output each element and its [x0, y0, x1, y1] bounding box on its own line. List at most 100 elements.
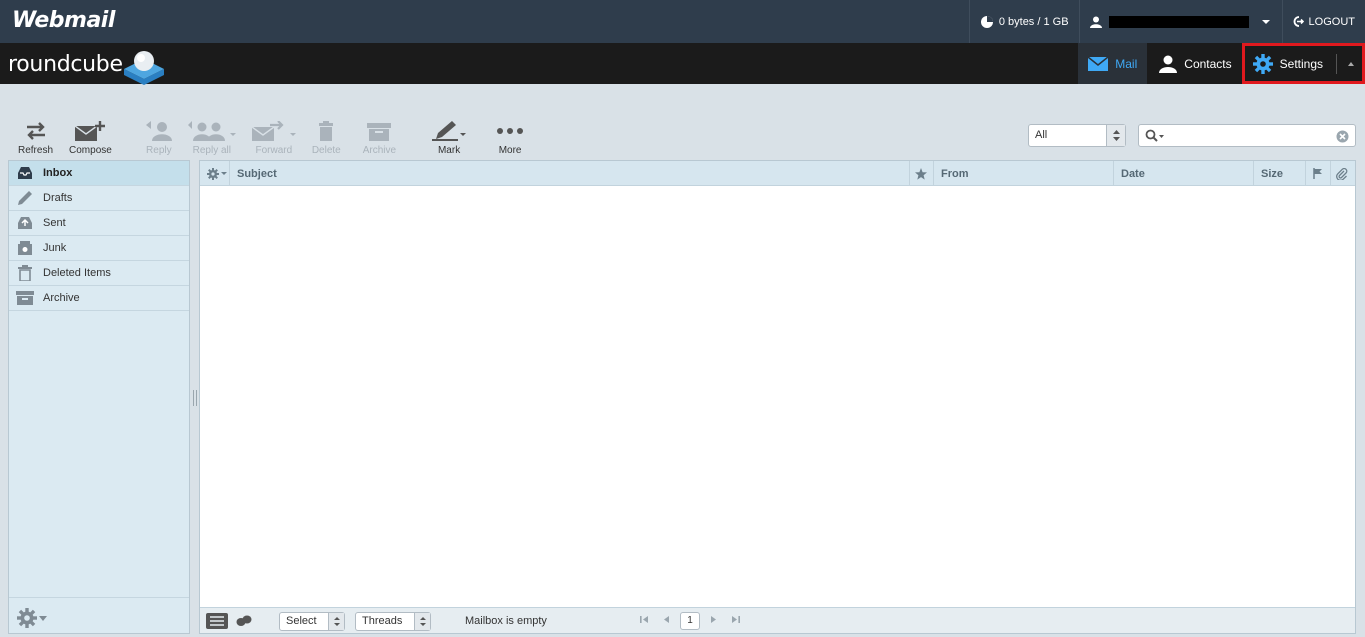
divider: [1336, 53, 1337, 74]
reply-all-label: Reply all: [192, 145, 231, 156]
refresh-button[interactable]: Refresh: [10, 116, 61, 156]
gear-icon: [1252, 53, 1273, 74]
folder-actions-menu[interactable]: [17, 608, 47, 628]
message-list: Subject From Date Size Select Threads Ma…: [199, 160, 1356, 634]
logout-button[interactable]: LOGOUT: [1281, 0, 1365, 43]
folder-list-footer: [9, 597, 189, 633]
folder-drafts[interactable]: Drafts: [9, 186, 189, 211]
column-size[interactable]: Size: [1254, 161, 1306, 186]
reply-icon: [145, 121, 172, 141]
pencil-icon: [15, 190, 35, 206]
folder-label: Drafts: [43, 192, 73, 204]
reply-label: Reply: [146, 145, 172, 156]
task-settings-label: Settings: [1279, 56, 1323, 71]
threads-label: Threads: [362, 615, 403, 627]
envelope-icon: [1088, 56, 1109, 71]
folder-label: Deleted Items: [43, 267, 111, 279]
folder-label: Inbox: [43, 167, 73, 179]
pencil-mark-icon: [432, 121, 467, 141]
first-page-icon[interactable]: [640, 615, 649, 627]
delete-button[interactable]: Delete: [304, 116, 349, 156]
select-arrows-icon: [414, 613, 430, 630]
quota-text: 0 bytes / 1 GB: [998, 15, 1069, 28]
previous-page-icon[interactable]: [663, 615, 670, 627]
task-settings[interactable]: Settings: [1241, 43, 1365, 84]
logout-label: LOGOUT: [1308, 15, 1355, 28]
logout-icon: [1293, 16, 1304, 27]
delete-label: Delete: [311, 145, 341, 156]
search-icon[interactable]: [1145, 129, 1165, 146]
select-label: Select: [286, 615, 317, 627]
compose-label: Compose: [69, 145, 112, 156]
select-arrows-icon: [328, 613, 344, 630]
folder-deleted-items[interactable]: Deleted Items: [9, 261, 189, 286]
user-menu[interactable]: [1078, 0, 1282, 43]
more-dots-icon: [497, 128, 524, 134]
mark-label: Mark: [437, 145, 461, 156]
task-mail[interactable]: Mail: [1078, 43, 1148, 84]
search-box: [1138, 124, 1356, 147]
task-mail-label: Mail: [1115, 56, 1138, 71]
folder-archive[interactable]: Archive: [9, 286, 189, 311]
list-options-menu[interactable]: [200, 161, 230, 186]
folder-junk[interactable]: Junk: [9, 236, 189, 261]
clear-search-icon[interactable]: [1336, 130, 1349, 146]
more-button[interactable]: More: [488, 116, 532, 156]
gear-icon: [17, 608, 37, 628]
flag-icon: [1313, 168, 1322, 179]
list-view-icon[interactable]: [206, 613, 228, 632]
compose-icon: [75, 121, 106, 141]
task-contacts-label: Contacts: [1184, 56, 1232, 71]
roundcube-logo: roundcube: [8, 52, 123, 77]
last-page-icon[interactable]: [731, 615, 740, 627]
forward-button[interactable]: Forward: [244, 116, 304, 156]
column-flag-star[interactable]: [910, 161, 934, 186]
star-icon: [915, 167, 927, 180]
brand-title: Webmail: [12, 8, 115, 33]
select-menu[interactable]: Select: [279, 612, 345, 631]
redacted-username: [1108, 15, 1249, 28]
sent-icon: [15, 216, 35, 230]
reply-all-button[interactable]: Reply all: [180, 116, 244, 156]
folder-sent[interactable]: Sent: [9, 211, 189, 236]
refresh-icon: [26, 122, 45, 140]
folder-label: Sent: [43, 217, 66, 229]
message-filter-select[interactable]: All: [1028, 124, 1126, 147]
trash-icon: [319, 121, 334, 141]
junk-icon: [15, 241, 35, 255]
column-attachment[interactable]: [1331, 161, 1355, 186]
column-date[interactable]: Date: [1114, 161, 1254, 186]
message-list-header: Subject From Date Size: [200, 161, 1355, 186]
forward-label: Forward: [255, 145, 293, 156]
folder-inbox[interactable]: Inbox: [9, 161, 189, 186]
mailbox-status: Mailbox is empty: [465, 615, 547, 627]
column-from[interactable]: From: [934, 161, 1114, 186]
user-icon: [1089, 16, 1102, 28]
folder-list: Inbox Drafts Sent Junk Deleted Items Arc…: [8, 160, 190, 634]
chevron-up-icon[interactable]: [1348, 61, 1354, 66]
gear-icon: [207, 167, 227, 180]
column-subject[interactable]: Subject: [230, 161, 910, 186]
task-contacts[interactable]: Contacts: [1147, 43, 1241, 84]
folder-label: Junk: [43, 242, 67, 254]
threads-menu[interactable]: Threads: [355, 612, 431, 631]
mark-button[interactable]: Mark: [424, 116, 474, 156]
threads-view-icon[interactable]: [236, 615, 252, 630]
top-right-area: 0 bytes / 1 GB LOGOUT: [968, 0, 1365, 43]
current-page[interactable]: 1: [680, 612, 700, 630]
archive-button[interactable]: Archive: [355, 116, 404, 156]
archive-icon: [15, 291, 35, 305]
pane-splitter[interactable]: [193, 390, 197, 406]
next-page-icon[interactable]: [710, 615, 717, 627]
archive-icon: [367, 123, 392, 141]
filter-value: All: [1035, 129, 1048, 141]
more-label: More: [498, 145, 522, 156]
app-header: roundcube Mail Contacts Settings: [0, 43, 1365, 85]
cube-logo-icon: [122, 47, 166, 88]
archive-label: Archive: [362, 145, 397, 156]
message-list-footer: Select Threads Mailbox is empty 1: [200, 607, 1355, 633]
column-flag[interactable]: [1306, 161, 1331, 186]
reply-button[interactable]: Reply: [138, 116, 180, 156]
search-input[interactable]: [1169, 128, 1329, 143]
compose-button[interactable]: Compose: [61, 116, 120, 156]
